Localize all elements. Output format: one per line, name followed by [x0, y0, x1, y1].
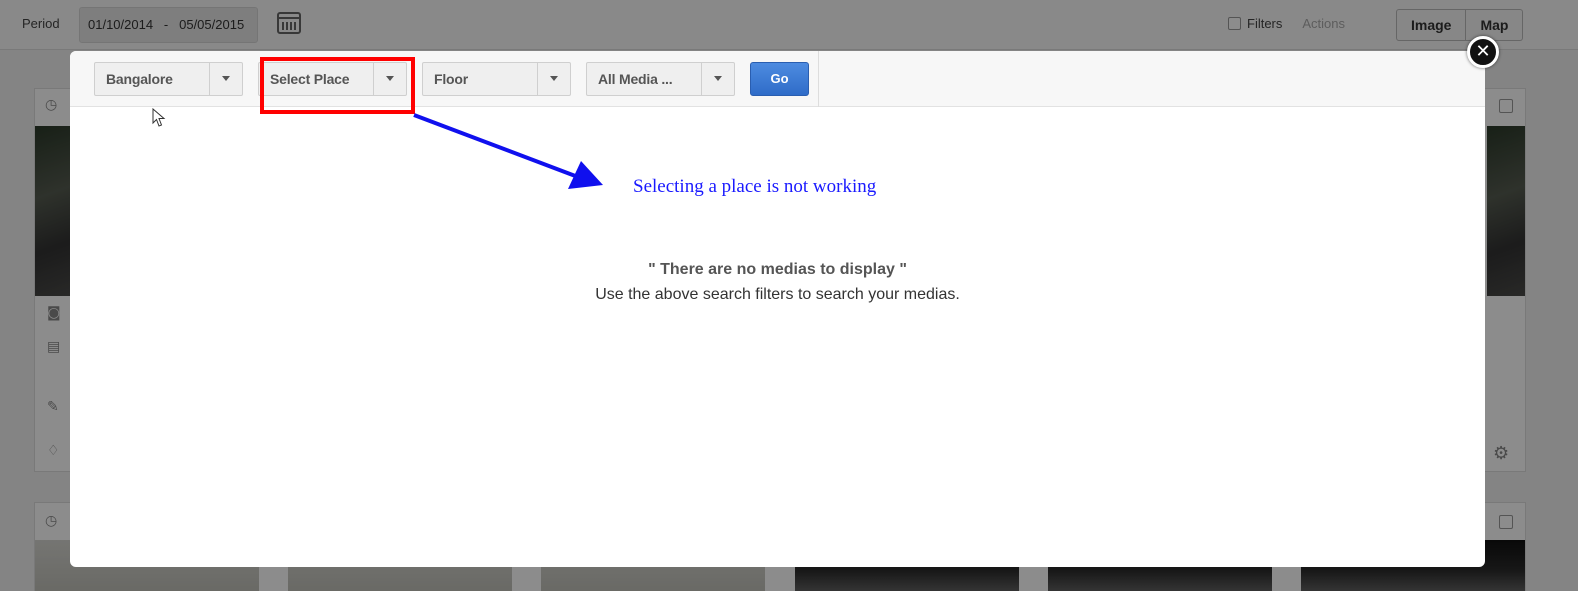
city-select-toggle[interactable] [209, 63, 242, 95]
caret-down-icon [714, 76, 722, 81]
media-type-select[interactable]: All Media ... [586, 62, 735, 96]
annotation-text: Selecting a place is not working [633, 176, 877, 197]
close-icon[interactable]: ✕ [1467, 36, 1499, 68]
annotation-arrow [413, 113, 603, 189]
empty-state-title: " There are no medias to display " [648, 261, 907, 278]
go-button[interactable]: Go [750, 62, 809, 96]
annotation-highlight-box [260, 57, 415, 114]
media-search-modal: Bangalore Select Place Floor All Media .… [70, 51, 1485, 567]
caret-down-icon [222, 76, 230, 81]
toolbar-divider [818, 51, 819, 107]
media-type-select-toggle[interactable] [701, 63, 734, 95]
caret-down-icon [550, 76, 558, 81]
city-select[interactable]: Bangalore [94, 62, 243, 96]
empty-state-subtitle: Use the above search filters to search y… [595, 286, 960, 303]
mouse-cursor-icon [152, 108, 166, 127]
city-select-label: Bangalore [106, 71, 173, 87]
floor-select-toggle[interactable] [537, 63, 570, 95]
floor-select-label: Floor [434, 71, 468, 87]
floor-select[interactable]: Floor [422, 62, 571, 96]
media-type-select-label: All Media ... [598, 71, 673, 87]
